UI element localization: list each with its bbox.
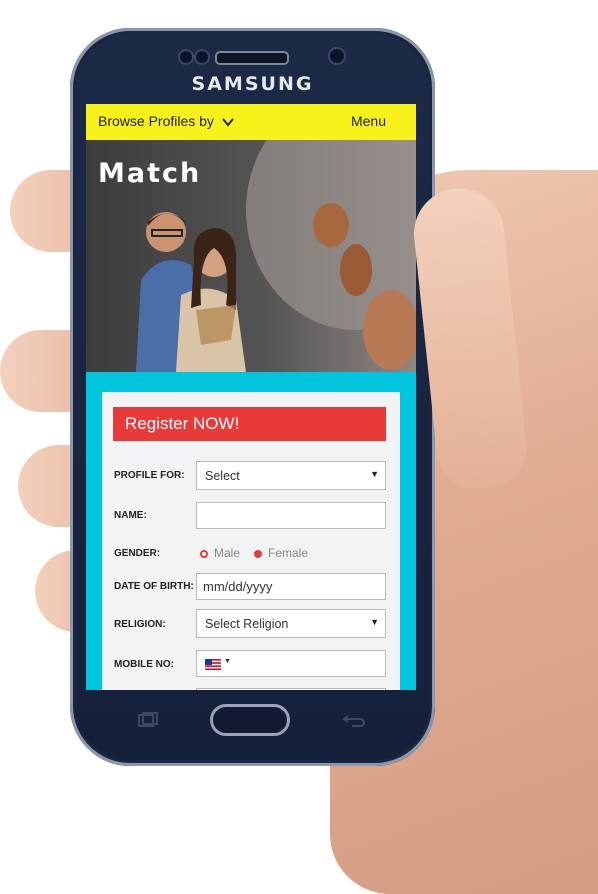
us-flag-icon[interactable]	[205, 659, 221, 670]
profile-for-value: Select	[205, 469, 240, 483]
next-field[interactable]	[196, 688, 386, 690]
profile-for-label: PROFILE FOR:	[114, 470, 185, 481]
name-label: NAME:	[114, 510, 147, 521]
register-banner: Register NOW!	[113, 407, 386, 441]
gender-label: GENDER:	[114, 548, 161, 559]
radio-unchecked-icon	[200, 549, 208, 558]
dob-label: DATE OF BIRTH:	[114, 581, 194, 592]
recent-apps-icon[interactable]	[138, 712, 160, 728]
sensor-icon	[194, 49, 210, 65]
browse-profiles-dropdown[interactable]: Browse Profiles by	[98, 113, 234, 129]
back-icon[interactable]	[342, 712, 366, 728]
dob-input[interactable]: mm/dd/yyyy	[196, 573, 386, 600]
religion-label: RELIGION:	[114, 619, 166, 630]
religion-select[interactable]: Select Religion ▼	[196, 609, 386, 638]
top-nav-bar: Browse Profiles by Menu	[86, 104, 416, 140]
register-title: Register NOW!	[125, 414, 240, 433]
home-button[interactable]	[210, 704, 290, 736]
select-caret-icon: ▼	[370, 617, 379, 627]
gender-male-radio[interactable]: Male	[200, 546, 240, 560]
mobile-label: MOBILE NO:	[114, 659, 174, 670]
hero-title: Match	[98, 158, 202, 189]
browse-label: Browse Profiles by	[98, 113, 214, 129]
sensor-icon	[178, 49, 194, 65]
phone-device: SAMSUNG Browse Profiles by Menu Match Re…	[70, 28, 435, 766]
earpiece	[215, 51, 289, 65]
front-camera-icon	[328, 47, 346, 65]
dob-placeholder: mm/dd/yyyy	[203, 579, 273, 594]
name-input[interactable]	[196, 502, 386, 529]
religion-value: Select Religion	[205, 617, 289, 631]
flag-caret-icon: ▼	[224, 658, 231, 665]
gender-female-radio[interactable]: Female	[254, 546, 308, 560]
registration-form: Register NOW! PROFILE FOR: Select ▼ NAME…	[102, 392, 400, 690]
select-caret-icon: ▼	[370, 469, 379, 479]
radio-checked-icon	[254, 549, 262, 558]
mobile-input[interactable]: ▼	[196, 650, 386, 677]
phone-screen: Browse Profiles by Menu Match Register N…	[86, 104, 416, 690]
menu-button[interactable]: Menu	[351, 113, 386, 129]
chevron-down-icon	[222, 118, 234, 127]
profile-for-select[interactable]: Select ▼	[196, 461, 386, 490]
hero-banner: Match	[86, 140, 416, 372]
phone-brand: SAMSUNG	[191, 73, 314, 95]
